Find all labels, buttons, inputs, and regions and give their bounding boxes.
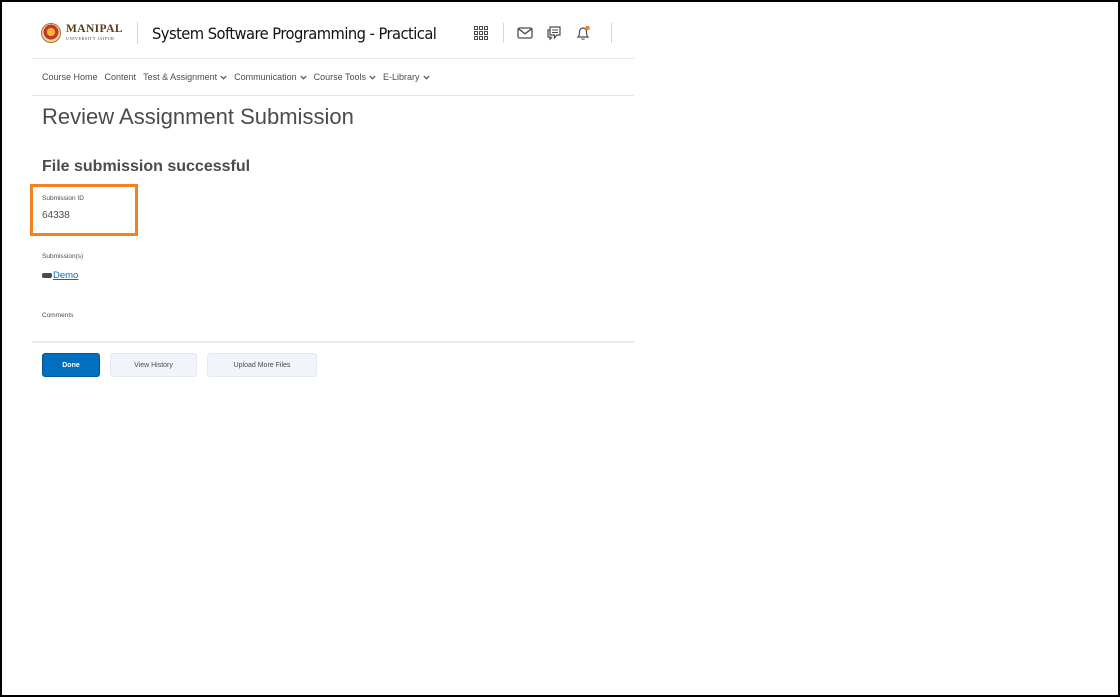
university-seal-icon — [41, 23, 61, 43]
logo-subname: UNIVERSITY JAIPUR — [66, 35, 115, 41]
nav-item-label: E-Library — [383, 72, 420, 82]
nav-item-label: Content — [104, 72, 137, 82]
header-icon-separator-end — [611, 23, 612, 43]
logo-name: MANIPAL — [66, 23, 123, 35]
nav-item-e-library[interactable]: E-Library — [383, 72, 430, 82]
chevron-down-icon — [369, 72, 376, 82]
course-title[interactable]: System Software Programming - Practical — [152, 24, 437, 43]
nav-item-test-assignment[interactable]: Test & Assignment — [143, 72, 227, 82]
submissions-label: Submission(s) — [42, 253, 84, 260]
nav-item-label: Communication — [234, 72, 297, 82]
view-history-button[interactable]: View History — [110, 353, 197, 377]
notification-dot — [585, 25, 590, 31]
mail-icon[interactable] — [514, 22, 536, 44]
chat-icon[interactable] — [543, 22, 565, 44]
header-divider — [136, 22, 138, 44]
nav-item-communication[interactable]: Communication — [234, 72, 307, 82]
top-header: MANIPAL UNIVERSITY JAIPUR System Softwar… — [32, 10, 634, 56]
submission-id-value: 64338 — [42, 210, 70, 221]
nav-item-content[interactable]: Content — [105, 72, 137, 82]
header-rule — [32, 58, 634, 59]
nav-rule — [32, 95, 634, 96]
university-logo[interactable]: MANIPAL UNIVERSITY JAIPUR — [32, 13, 123, 53]
file-attachment-icon — [42, 273, 52, 278]
upload-more-files-button[interactable]: Upload More Files — [207, 353, 317, 377]
header-icons — [470, 10, 612, 56]
apps-grid-icon[interactable] — [470, 22, 492, 44]
done-button[interactable]: Done — [42, 353, 100, 377]
submission-file-link[interactable]: Demo — [53, 270, 78, 281]
nav-item-course-home[interactable]: Course Home — [42, 72, 98, 82]
bell-icon[interactable] — [572, 22, 594, 44]
nav-item-label: Test & Assignment — [143, 72, 218, 82]
actions-divider — [32, 341, 634, 343]
submission-id-label: Submission ID — [42, 195, 84, 202]
nav-item-label: Course Tools — [313, 72, 367, 82]
chevron-down-icon — [220, 72, 227, 82]
submission-file: Demo — [42, 270, 78, 281]
header-icon-separator — [503, 23, 504, 43]
screenshot-frame: MANIPAL UNIVERSITY JAIPUR System Softwar… — [0, 0, 1120, 697]
nav-item-label: Course Home — [42, 72, 98, 82]
chevron-down-icon — [422, 72, 430, 82]
comments-label: Comments — [42, 312, 74, 319]
page-title: Review Assignment Submission — [42, 104, 354, 129]
chevron-down-icon — [300, 72, 307, 82]
course-navbar: Course Home Content Test & Assignment Co… — [42, 64, 437, 90]
nav-item-course-tools[interactable]: Course Tools — [314, 72, 376, 82]
logo-text: MANIPAL UNIVERSITY JAIPUR — [66, 23, 123, 42]
success-message: File submission successful — [42, 158, 251, 175]
